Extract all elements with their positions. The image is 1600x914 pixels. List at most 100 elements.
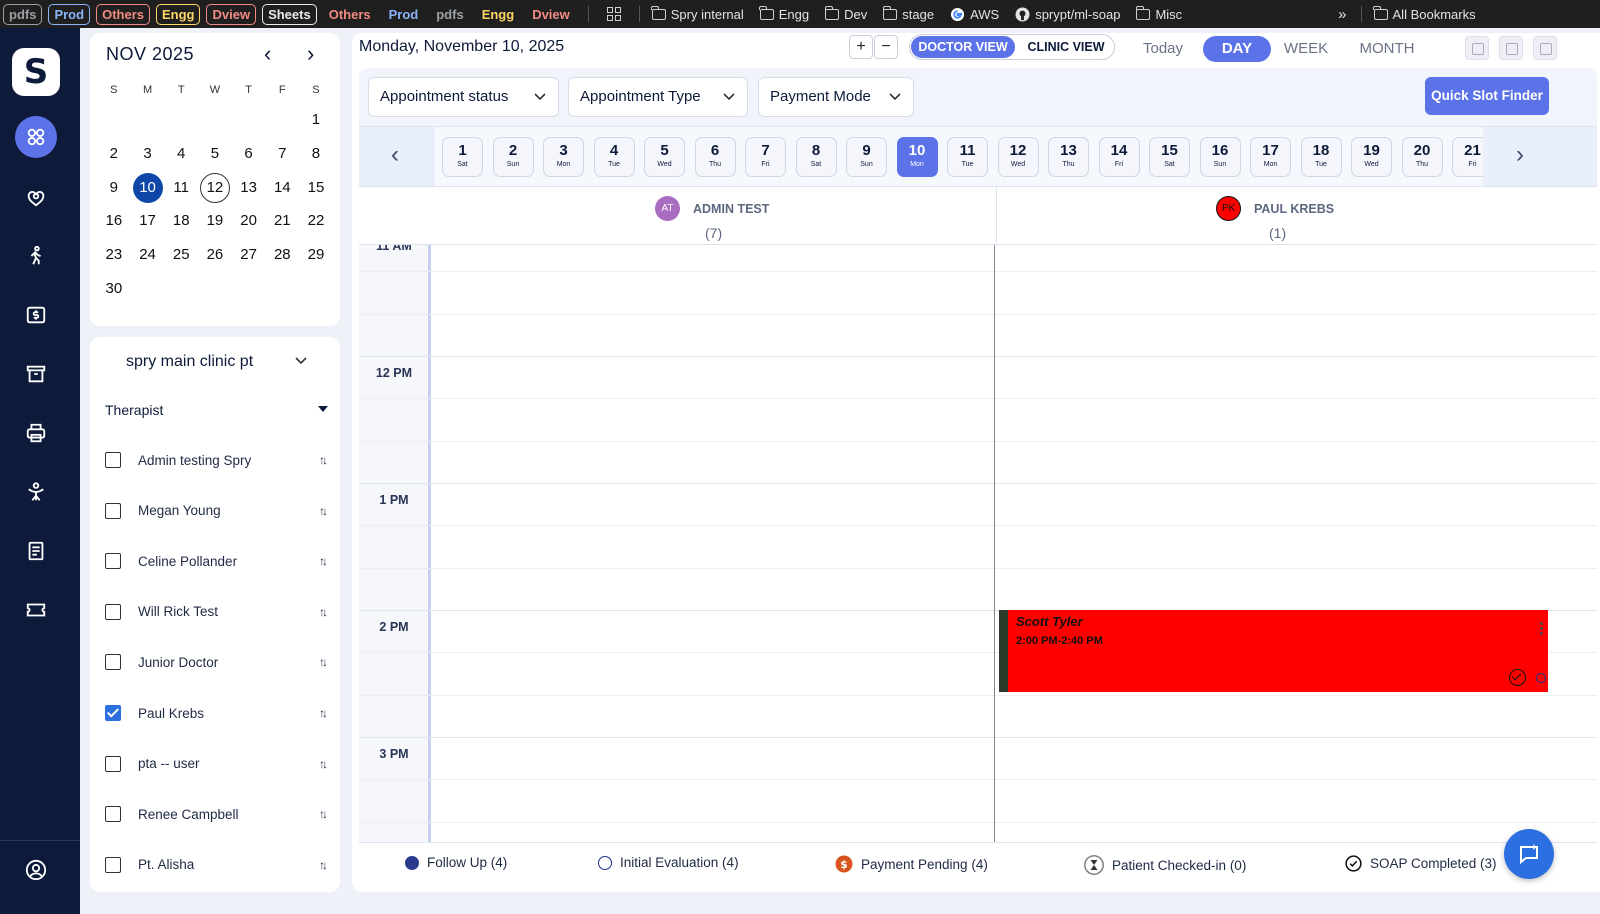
caret-down-icon[interactable]	[318, 406, 328, 412]
notes-icon[interactable]	[15, 530, 57, 572]
sort-icon[interactable]: ↑↓	[319, 807, 333, 821]
therapist-checkbox[interactable]	[105, 654, 121, 671]
day-strip-day[interactable]: 13 Thu	[1048, 137, 1089, 177]
day-strip-day[interactable]: 6 Thu	[694, 137, 736, 177]
day-strip-day[interactable]: 20 Thu	[1401, 137, 1443, 177]
patients-icon[interactable]	[15, 176, 57, 218]
day-strip-day[interactable]: 10 Mon	[896, 137, 938, 177]
day-strip-day[interactable]: 4 Tue	[593, 137, 635, 177]
therapist-checkbox[interactable]	[105, 856, 121, 873]
sort-icon[interactable]: ↑↓	[319, 605, 333, 619]
day-strip-day[interactable]: 16 Sun	[1199, 137, 1241, 177]
bookmark-prod[interactable]: Prod	[48, 3, 91, 25]
therapist-checkbox[interactable]	[105, 452, 121, 468]
therapist-checkbox[interactable]	[105, 755, 121, 772]
bookmark-folder-misc[interactable]: Misc	[1135, 5, 1182, 22]
bookmark-prod[interactable]: Prod	[383, 4, 425, 25]
payment-mode-dropdown[interactable]: Payment Mode	[758, 77, 914, 117]
calendar-day[interactable]: 16	[97, 204, 131, 238]
therapist-row[interactable]: Renee Campbell ↑↓	[105, 799, 333, 829]
bookmark-folder-dev[interactable]: Dev	[824, 5, 867, 22]
bookmark-engg[interactable]: Engg	[476, 4, 521, 25]
bookmark-others[interactable]: Others	[96, 3, 150, 25]
bookmark-dview[interactable]: Dview	[526, 4, 576, 25]
day-strip-day[interactable]: 19 Wed	[1351, 137, 1392, 177]
sort-icon[interactable]: ↑↓	[319, 453, 333, 467]
calendar-day[interactable]: 7	[265, 137, 299, 171]
therapist-row[interactable]: Pt. Alisha ↑↓	[105, 850, 333, 880]
calendar-day[interactable]: 8	[299, 137, 333, 171]
month-view-button[interactable]: MONTH	[1347, 36, 1427, 62]
calendar-day[interactable]: 10	[131, 171, 165, 205]
calendar-day[interactable]: 14	[265, 171, 299, 205]
profile-icon[interactable]	[15, 849, 57, 891]
day-strip-day[interactable]: 12 Wed	[997, 137, 1039, 177]
provider-name[interactable]: PK PAUL KREBS	[1216, 196, 1334, 221]
bookmark-sheets[interactable]: Sheets	[262, 3, 317, 25]
day-strip-day[interactable]: 3 Mon	[543, 137, 584, 177]
calendar-day[interactable]: 13	[232, 171, 266, 205]
bookmark-aws[interactable]: AWS	[950, 7, 999, 22]
billing-icon[interactable]	[15, 294, 57, 336]
day-strip-day[interactable]: 8 Sat	[795, 137, 837, 177]
calendar-day[interactable]: 5	[198, 137, 232, 171]
bookmark-folder-spry-internal[interactable]: Spry internal	[651, 5, 744, 22]
therapist-checkbox[interactable]	[105, 603, 121, 620]
clinic-select[interactable]: spry main clinic pt	[126, 353, 253, 371]
therapist-row[interactable]: Megan Young ↑↓	[105, 496, 333, 526]
calendar-day[interactable]: 19	[198, 204, 232, 238]
apps-grid-icon[interactable]	[606, 7, 621, 21]
day-strip-prev-button[interactable]: ‹	[391, 141, 399, 169]
calendar-day[interactable]: 29	[299, 238, 333, 272]
spry-logo[interactable]: S	[12, 48, 60, 96]
bookmark-folder-engg[interactable]: Engg	[759, 5, 809, 22]
calendar-day[interactable]: 3	[131, 137, 165, 171]
all-bookmarks[interactable]: All Bookmarks	[1373, 5, 1476, 22]
sort-icon[interactable]: ↑↓	[319, 655, 333, 669]
calendar-day[interactable]: 17	[131, 204, 165, 238]
therapy-icon[interactable]	[15, 471, 57, 513]
day-strip-day[interactable]: 5 Wed	[644, 137, 685, 177]
archive-icon[interactable]	[1499, 36, 1523, 60]
day-strip-day[interactable]: 14 Fri	[1098, 137, 1140, 177]
calendar-day[interactable]: 6	[232, 137, 266, 171]
zoom-in-button[interactable]: +	[849, 35, 873, 59]
sort-icon[interactable]: ↑↓	[319, 706, 333, 720]
calendar-day[interactable]: 25	[164, 238, 198, 272]
day-strip-day[interactable]: 2 Sun	[492, 137, 534, 177]
therapist-checkbox[interactable]	[105, 502, 121, 519]
print-icon[interactable]	[15, 412, 57, 454]
calendar-day[interactable]: 9	[97, 171, 131, 205]
day-strip-day[interactable]: 9 Sun	[846, 137, 887, 177]
calendar-day[interactable]: 4	[164, 137, 198, 171]
therapist-checkbox[interactable]	[105, 553, 121, 570]
calendar-day[interactable]: 11	[164, 171, 198, 205]
sort-icon[interactable]: ↑↓	[319, 504, 333, 518]
therapist-row[interactable]: Junior Doctor ↑↓	[105, 647, 333, 677]
provider-name[interactable]: AT ADMIN TEST	[655, 196, 769, 221]
day-strip-day[interactable]: 11 Tue	[947, 137, 988, 177]
therapist-row[interactable]: Paul Krebs ↑↓	[105, 698, 333, 728]
therapist-checkbox[interactable]	[105, 705, 121, 721]
calendar-day[interactable]: 30	[97, 272, 131, 306]
day-strip-day[interactable]: 7 Fri	[745, 137, 786, 177]
therapist-row[interactable]: Celine Pollander ↑↓	[105, 546, 333, 576]
calendar-day[interactable]: 18	[164, 204, 198, 238]
calendar-day[interactable]: 22	[299, 204, 333, 238]
day-strip-day[interactable]: 15 Sat	[1149, 137, 1190, 177]
bookmark-others[interactable]: Others	[323, 4, 377, 25]
day-strip-day[interactable]: 17 Mon	[1250, 137, 1291, 177]
day-view-button[interactable]: DAY	[1203, 36, 1271, 62]
week-view-button[interactable]: WEEK	[1274, 36, 1338, 62]
dashboard-icon[interactable]	[15, 116, 57, 158]
archive-icon[interactable]	[15, 353, 57, 395]
sort-icon[interactable]: ↑↓	[319, 757, 333, 771]
prev-month-button[interactable]: ‹	[264, 41, 271, 67]
fullscreen-icon[interactable]	[1533, 36, 1557, 60]
today-button[interactable]: Today	[1129, 36, 1197, 62]
calendar-day[interactable]: 1	[299, 103, 333, 137]
appointment-type-dropdown[interactable]: Appointment Type	[568, 77, 748, 117]
more-bookmarks-icon[interactable]: »	[1338, 6, 1346, 23]
calendar-day[interactable]: 2	[97, 137, 131, 171]
calendar-day[interactable]: 24	[131, 238, 165, 272]
